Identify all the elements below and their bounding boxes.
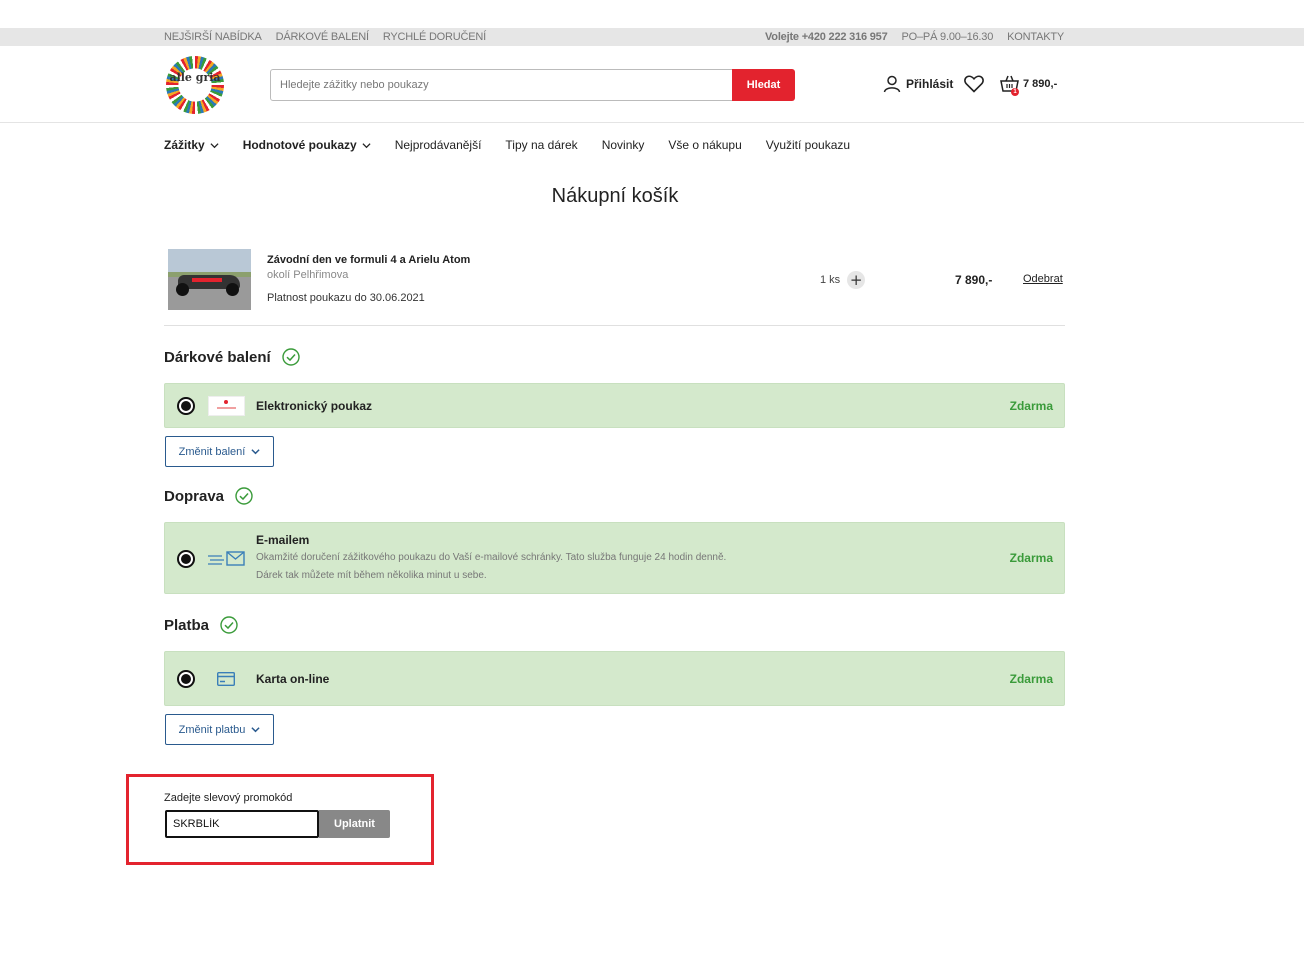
change-gift-wrap-button[interactable]: Změnit balení: [165, 436, 274, 467]
search-input[interactable]: [270, 69, 733, 101]
gift-wrap-radio[interactable]: [177, 397, 195, 415]
gift-wrap-title: Dárkové balení: [164, 348, 271, 366]
nav-voucher-use[interactable]: Využití poukazu: [766, 138, 850, 152]
cart-icon-wrap: 1: [1000, 75, 1019, 96]
payment-label: Karta on-line: [256, 672, 330, 686]
nav-bestsellers[interactable]: Nejprodávanější: [395, 138, 482, 152]
nav-gift-tips[interactable]: Tipy na dárek: [505, 138, 577, 152]
chevron-down-icon: [362, 142, 371, 148]
nav-news[interactable]: Novinky: [602, 138, 645, 152]
change-payment-button[interactable]: Změnit platbu: [165, 714, 274, 745]
delivery-heading: Doprava: [164, 487, 253, 505]
payment-radio[interactable]: [177, 670, 195, 688]
quantity-control: 1 ks +: [820, 271, 866, 289]
delivery-description-2: Dárek tak můžete mít během několika minu…: [256, 570, 487, 581]
payment-heading: Platba: [164, 616, 238, 634]
gift-wrap-price: Zdarma: [1009, 399, 1053, 413]
chevron-down-icon: [251, 449, 260, 455]
payment-option[interactable]: Karta on-line Zdarma: [164, 651, 1065, 706]
car-stripe: [192, 278, 222, 282]
header: alle gria Hledat Přihlásit 1 7 890,-: [0, 46, 1304, 123]
top-link-offer[interactable]: NEJŠIRŠÍ NABÍDKA: [164, 31, 262, 43]
delivery-option[interactable]: E-mailem Okamžité doručení zážitkového p…: [164, 522, 1065, 594]
payment-title: Platba: [164, 616, 210, 634]
credit-card-icon: [217, 672, 235, 686]
payment-price: Zdarma: [1009, 672, 1053, 686]
cart-item: Závodní den ve formuli 4 a Arielu Atom o…: [164, 244, 1065, 326]
heart-icon: [964, 75, 984, 93]
phone-number: +420 222 316 957: [801, 31, 888, 43]
increase-quantity-button[interactable]: +: [847, 271, 866, 289]
product-thumbnail[interactable]: [168, 249, 251, 310]
cart-button[interactable]: 1 7 890,-: [1000, 75, 1058, 96]
quantity-value: 1 ks: [820, 274, 841, 286]
gift-wrap-label: Elektronický poukaz: [256, 399, 373, 413]
phone-info: Volejte +420 222 316 957: [764, 31, 888, 43]
product-validity: Platnost poukazu do 30.06.2021: [267, 292, 425, 304]
change-gift-wrap-label: Změnit balení: [178, 445, 246, 458]
check-circle-icon: [282, 348, 300, 366]
page-title: Nákupní košík: [551, 185, 679, 207]
contacts-link[interactable]: KONTAKTY: [1007, 31, 1064, 43]
top-links: NEJŠIRŠÍ NABÍDKA DÁRKOVÉ BALENÍ RYCHLÉ D…: [164, 31, 486, 43]
chevron-down-icon: [210, 142, 219, 148]
nav-experiences[interactable]: Zážitky: [164, 138, 219, 152]
opening-hours: PO–PÁ 9.00–16.30: [901, 31, 994, 43]
search-button[interactable]: Hledat: [732, 69, 795, 101]
delivery-price: Zdarma: [1009, 551, 1053, 565]
login-label: Přihlásit: [906, 77, 954, 91]
promo-code-input[interactable]: [165, 810, 319, 838]
wishlist-button[interactable]: [964, 75, 984, 98]
top-link-delivery[interactable]: RYCHLÉ DORUČENÍ: [383, 31, 486, 43]
main-nav: Zážitky Hodnotové poukazy Nejprodávanějš…: [164, 138, 874, 152]
check-circle-icon: [235, 487, 253, 505]
nav-about-purchase[interactable]: Vše o nákupu: [668, 138, 741, 152]
delivery-title: Doprava: [164, 487, 225, 505]
delivery-description-1: Okamžité doručení zážitkového poukazu do…: [256, 552, 727, 563]
change-payment-label: Změnit platbu: [178, 723, 246, 736]
gift-wrap-option[interactable]: Elektronický poukaz Zdarma: [164, 383, 1065, 428]
cart-total: 7 890,-: [1023, 78, 1058, 90]
logo-text: alle gria: [169, 71, 221, 84]
user-icon: [883, 75, 901, 93]
check-circle-icon: [220, 616, 238, 634]
email-icon: [208, 551, 245, 566]
nav-value-vouchers[interactable]: Hodnotové poukazy: [243, 138, 371, 152]
car-wheel: [226, 283, 239, 296]
chevron-down-icon: [251, 727, 260, 733]
gift-wrap-heading: Dárkové balení: [164, 348, 300, 366]
delivery-radio[interactable]: [177, 550, 195, 568]
delivery-label: E-mailem: [256, 533, 310, 547]
top-contact: Volejte +420 222 316 957 PO–PÁ 9.00–16.3…: [765, 31, 1064, 43]
cart-count-badge: 1: [1011, 88, 1019, 96]
top-link-gift-wrap[interactable]: DÁRKOVÉ BALENÍ: [276, 31, 369, 43]
product-location: okolí Pelhřimova: [267, 269, 349, 281]
product-price: 7 890,-: [955, 273, 993, 287]
e-voucher-icon: [208, 396, 245, 416]
login-button[interactable]: Přihlásit: [883, 75, 953, 93]
product-title[interactable]: Závodní den ve formuli 4 a Arielu Atom: [267, 254, 470, 266]
top-bar: NEJŠIRŠÍ NABÍDKA DÁRKOVÉ BALENÍ RYCHLÉ D…: [0, 28, 1304, 46]
remove-item-link[interactable]: Odebrat: [1023, 273, 1063, 285]
apply-promo-button[interactable]: Uplatnit: [319, 810, 390, 838]
allegria-logo[interactable]: alle gria: [166, 56, 224, 114]
promo-label: Zadejte slevový promokód: [164, 792, 293, 804]
car-wheel: [176, 283, 189, 296]
